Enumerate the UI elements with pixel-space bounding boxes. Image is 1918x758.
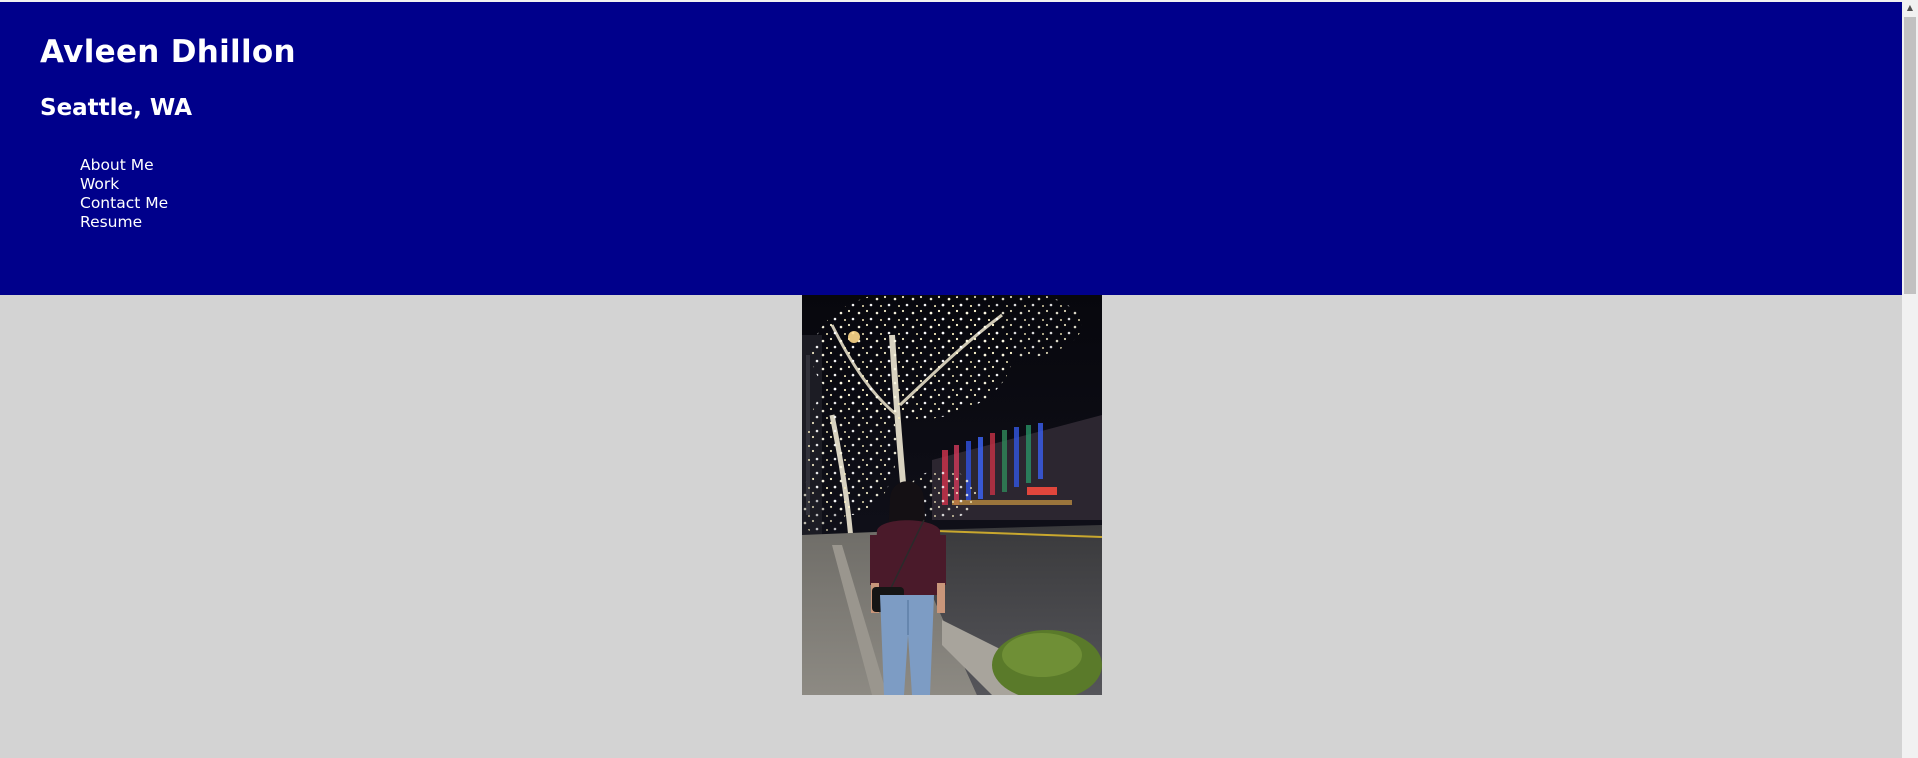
site-location: Seattle, WA — [40, 95, 193, 121]
browser-viewport: Avleen Dhillon Seattle, WA About Me Work… — [0, 0, 1918, 758]
profile-photo-illustration — [802, 295, 1102, 695]
nav-item-resume: Resume — [80, 213, 168, 232]
nav-link-resume[interactable]: Resume — [80, 213, 142, 231]
vertical-scrollbar[interactable]: ▲ — [1902, 0, 1918, 758]
nav-item-work: Work — [80, 175, 168, 194]
site-header: Avleen Dhillon Seattle, WA About Me Work… — [0, 2, 1902, 295]
page: Avleen Dhillon Seattle, WA About Me Work… — [0, 0, 1902, 758]
nav-list: About Me Work Contact Me Resume — [80, 156, 168, 232]
nav-link-about-me[interactable]: About Me — [80, 156, 154, 174]
nav-link-work[interactable]: Work — [80, 175, 119, 193]
site-name: Avleen Dhillon — [40, 34, 296, 70]
nav-item-about-me: About Me — [80, 156, 168, 175]
profile-photo — [802, 295, 1102, 695]
scroll-up-arrow-icon[interactable]: ▲ — [1902, 0, 1918, 16]
nav-item-contact-me: Contact Me — [80, 194, 168, 213]
scrollbar-thumb[interactable] — [1904, 17, 1916, 294]
nav-link-contact-me[interactable]: Contact Me — [80, 194, 168, 212]
